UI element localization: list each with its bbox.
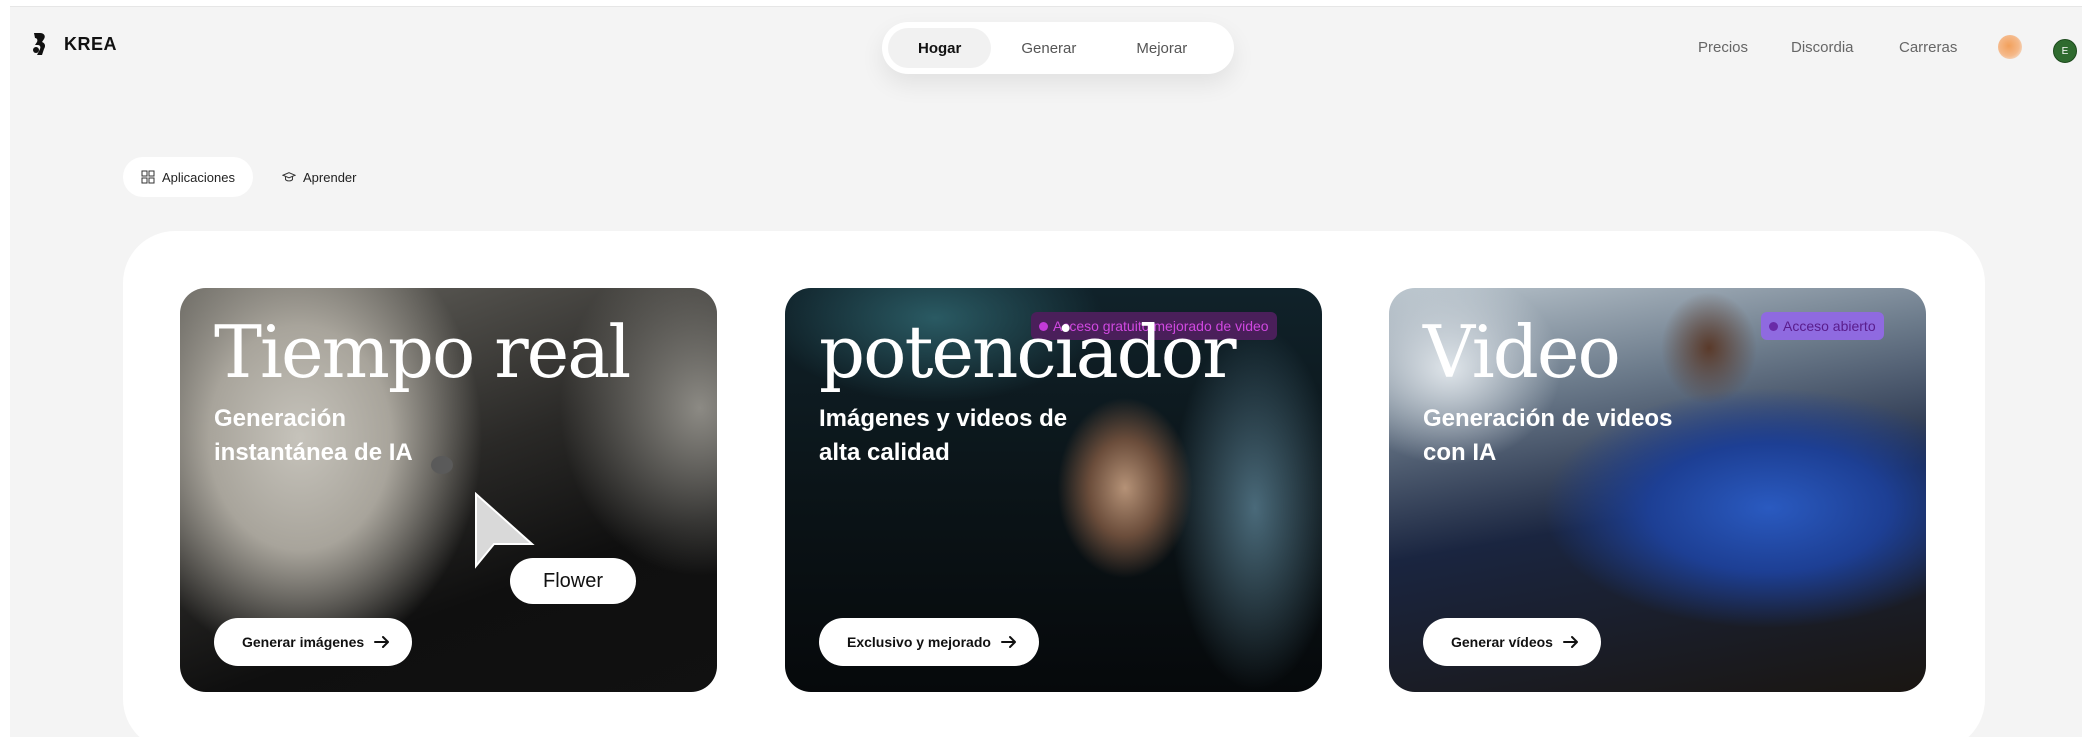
card-title: potenciador bbox=[819, 310, 1236, 394]
cursor-label: Flower bbox=[510, 558, 636, 604]
link-discord[interactable]: Discordia bbox=[1791, 39, 1854, 56]
button-label: Generar vídeos bbox=[1451, 634, 1553, 650]
arrow-right-icon bbox=[374, 636, 390, 648]
tab-home[interactable]: Hogar bbox=[888, 28, 992, 68]
grid-icon bbox=[141, 170, 155, 184]
krea-logo-icon bbox=[33, 33, 46, 55]
card-title: Tiempo real bbox=[214, 310, 631, 394]
status-orb[interactable] bbox=[1998, 35, 2022, 59]
brand-name: KREA bbox=[64, 33, 118, 54]
card-title: Video bbox=[1423, 310, 1621, 394]
subtab-learn-label: Aprender bbox=[303, 169, 357, 185]
graduation-cap-icon bbox=[282, 172, 296, 182]
page: KREA Hogar Generar Mejorar Precios Disco… bbox=[10, 6, 2082, 751]
subtab-learn[interactable]: Aprender bbox=[272, 157, 366, 197]
badge-label: Acceso abierto bbox=[1783, 318, 1876, 334]
subtab-apps[interactable]: Aplicaciones bbox=[123, 157, 253, 197]
status-badge: Acceso abierto bbox=[1761, 312, 1884, 340]
brand-logo[interactable]: KREA bbox=[32, 33, 117, 55]
card-subtitle: Generación de videos con IA bbox=[1423, 405, 1673, 466]
card-realtime[interactable]: Tiempo real Generación instantánea de IA… bbox=[180, 288, 717, 692]
generate-images-button[interactable]: Generar imágenes bbox=[214, 618, 413, 666]
button-label: Generar imágenes bbox=[242, 634, 365, 650]
arrow-right-icon bbox=[1562, 636, 1578, 648]
badge-dot bbox=[1769, 321, 1778, 331]
link-careers[interactable]: Carreras bbox=[1899, 39, 1957, 56]
arrow-right-icon bbox=[1000, 636, 1016, 648]
subtab-apps-label: Aplicaciones bbox=[162, 169, 235, 185]
card-video[interactable]: Acceso abierto Video Generación de video… bbox=[1389, 288, 1926, 692]
generate-videos-button[interactable]: Generar vídeos bbox=[1423, 618, 1601, 666]
link-pricing[interactable]: Precios bbox=[1698, 39, 1748, 56]
main-nav: Hogar Generar Mejorar bbox=[882, 22, 1234, 74]
card-enhancer[interactable]: Acceso gratuito mejorado de video potenc… bbox=[785, 288, 1322, 692]
user-avatar[interactable]: E bbox=[2053, 39, 2077, 63]
exclusive-enhanced-button[interactable]: Exclusivo y mejorado bbox=[819, 618, 1039, 666]
card-subtitle: Imágenes y videos de alta calidad bbox=[819, 405, 1068, 466]
tab-generate[interactable]: Generar bbox=[991, 28, 1106, 68]
cursor-dot bbox=[431, 456, 453, 474]
button-label: Exclusivo y mejorado bbox=[847, 634, 991, 650]
tab-enhance[interactable]: Mejorar bbox=[1106, 28, 1217, 68]
